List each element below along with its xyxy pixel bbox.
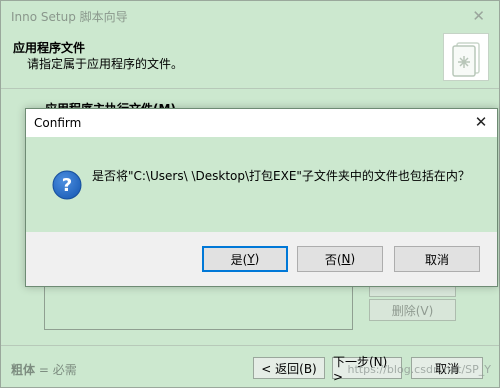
- no-close-paren: ): [350, 252, 356, 266]
- yes-close-paren: ): [254, 252, 260, 266]
- confirm-dialog: Confirm ✕ ? 是否将"C:\Users\ \Desktop\打包EXE…: [25, 108, 498, 287]
- footer-divider: [1, 345, 499, 346]
- svg-text:?: ?: [62, 175, 72, 196]
- no-label: 否(: [324, 252, 342, 267]
- yes-label: 是(: [230, 252, 248, 267]
- question-icon: ?: [52, 170, 82, 200]
- close-icon[interactable]: ✕: [471, 112, 491, 132]
- yes-accel: Y: [247, 252, 255, 266]
- no-button[interactable]: 否(N): [297, 246, 383, 272]
- dialog-titlebar: Confirm ✕: [26, 109, 497, 137]
- dialog-title: Confirm: [34, 116, 82, 130]
- legend-text: = 必需: [35, 363, 77, 377]
- application-files-list[interactable]: [44, 287, 353, 330]
- watermark: https://blog.csdn.net/SP_Y: [347, 363, 492, 376]
- page-subtitle: 请指定属于应用程序的文件。: [27, 57, 184, 71]
- dialog-body: ? 是否将"C:\Users\ \Desktop\打包EXE"子文件夹中的文件也…: [26, 137, 497, 232]
- back-button[interactable]: < 返回(B): [253, 357, 325, 379]
- delete-button[interactable]: 删除(V): [369, 299, 456, 321]
- yes-button[interactable]: 是(Y): [202, 246, 288, 272]
- page-title: 应用程序文件: [13, 41, 86, 55]
- wizard-titlebar: Inno Setup 脚本向导 ✕: [1, 1, 499, 31]
- wizard-header: 应用程序文件 请指定属于应用程序的文件。: [1, 31, 499, 89]
- no-accel: N: [341, 252, 351, 266]
- cancel-button[interactable]: 取消: [394, 246, 480, 272]
- wizard-title: Inno Setup 脚本向导: [11, 9, 128, 24]
- wizard-book-icon: [443, 33, 489, 81]
- dialog-footer: 是(Y) 否(N) 取消: [26, 232, 497, 286]
- required-legend: 粗体 = 必需: [11, 361, 77, 378]
- legend-bold: 粗体: [11, 363, 36, 377]
- dialog-message: 是否将"C:\Users\ \Desktop\打包EXE"子文件夹中的文件也包括…: [92, 169, 470, 183]
- wizard-close-icon[interactable]: ✕: [472, 7, 485, 25]
